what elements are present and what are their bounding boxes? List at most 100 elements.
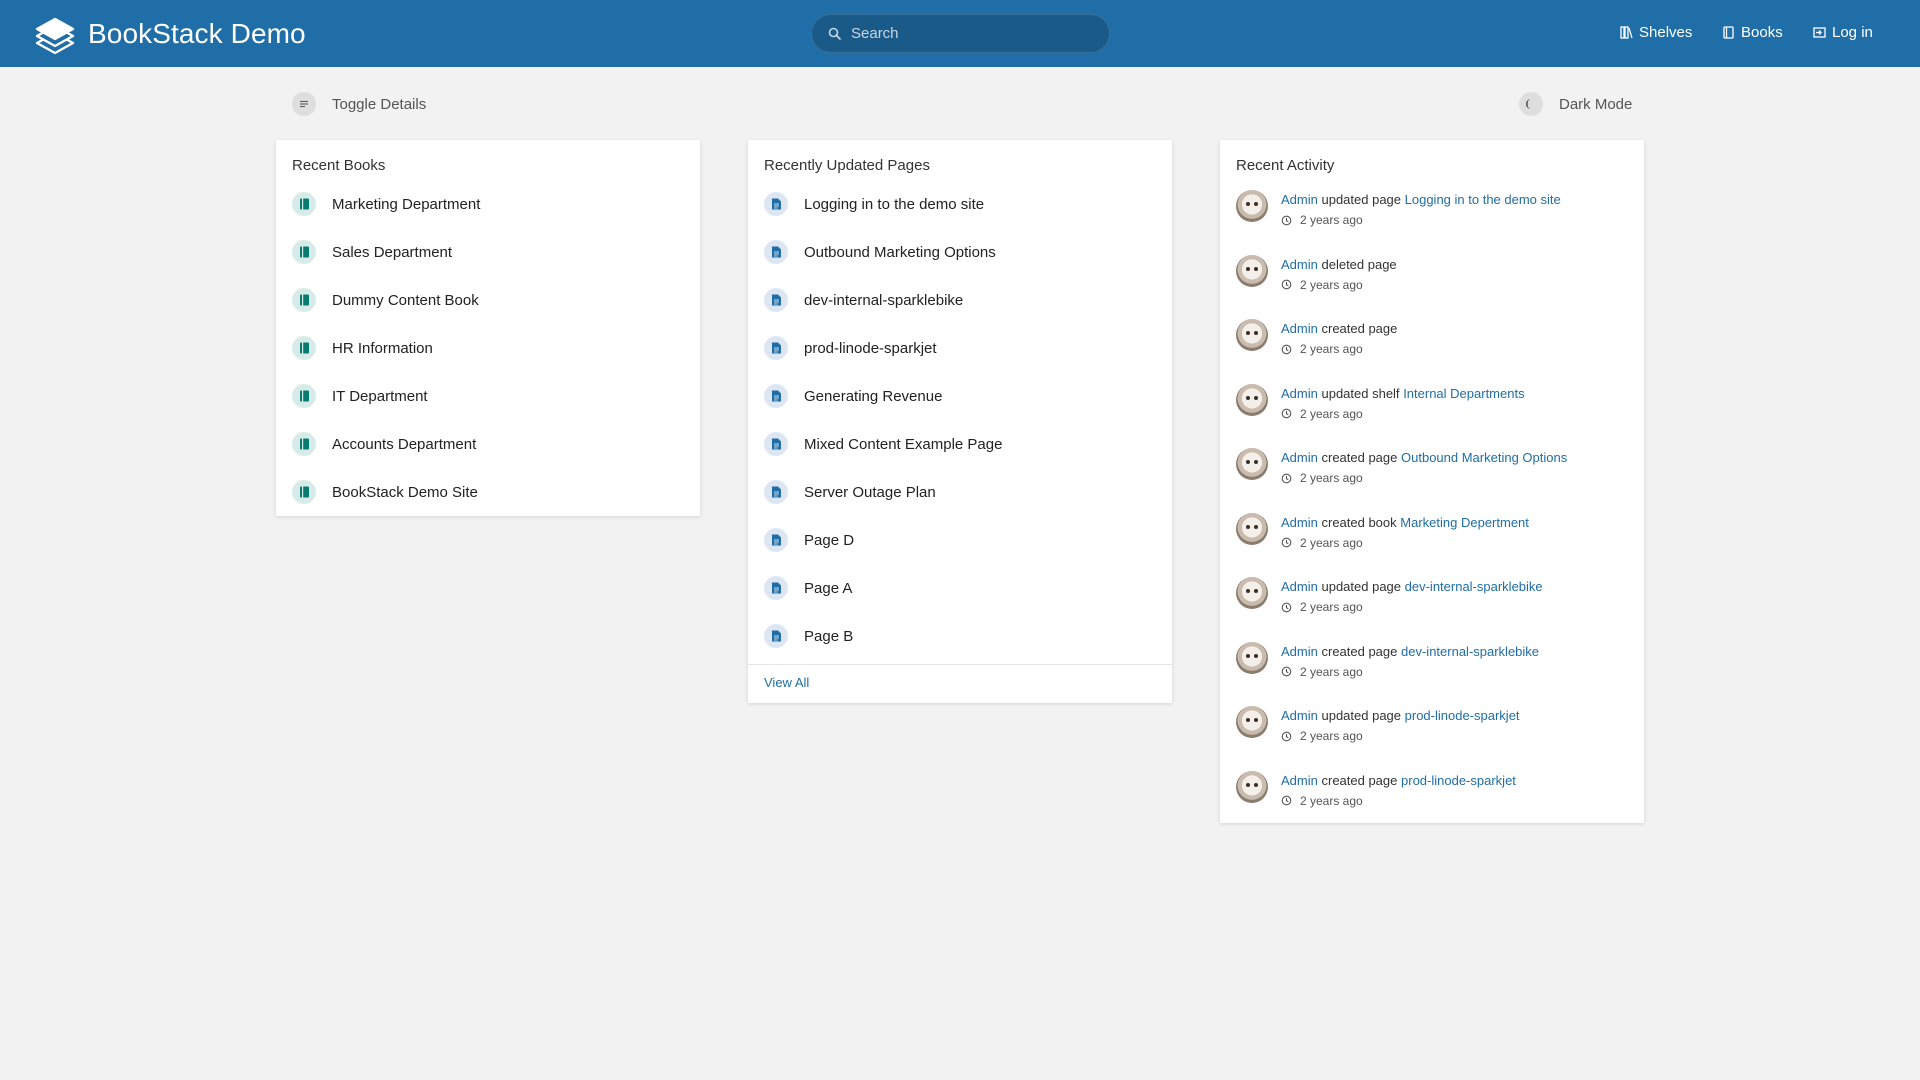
activity-user-link[interactable]: Admin — [1281, 257, 1318, 272]
book-item[interactable]: Dummy Content Book — [292, 276, 684, 324]
user-avatar[interactable] — [1236, 641, 1268, 674]
activity-user-link[interactable]: Admin — [1281, 708, 1318, 723]
activity-time-text: 2 years ago — [1300, 664, 1363, 679]
book-icon — [292, 384, 316, 408]
page-icon — [764, 288, 788, 312]
user-avatar[interactable] — [1236, 383, 1268, 416]
page-item[interactable]: Outbound Marketing Options — [764, 228, 1156, 276]
activity-user-link[interactable]: Admin — [1281, 450, 1318, 465]
activity-time: 2 years ago — [1281, 339, 1397, 359]
page-item[interactable]: Page A — [764, 564, 1156, 612]
book-item[interactable]: BookStack Demo Site — [292, 468, 684, 516]
activity-time: 2 years ago — [1281, 726, 1520, 746]
page-item[interactable]: Logging in to the demo site — [764, 180, 1156, 228]
activity-time-text: 2 years ago — [1300, 535, 1363, 550]
app-header: BookStack Demo Shelves Books — [0, 0, 1920, 67]
activity-target-link[interactable]: Marketing Depertment — [1400, 515, 1529, 530]
activity-action: created book — [1321, 514, 1397, 530]
page-name: Page D — [804, 531, 855, 549]
activity-time: 2 years ago — [1281, 404, 1525, 424]
activity-time: 2 years ago — [1281, 597, 1543, 617]
activity-action: deleted page — [1321, 256, 1397, 272]
book-item[interactable]: Sales Department — [292, 228, 684, 276]
activity-target-link[interactable]: prod-linode-sparkjet — [1401, 773, 1516, 788]
site-title: BookStack Demo — [88, 18, 306, 49]
clock-icon — [1281, 537, 1300, 548]
activity-user-link[interactable]: Admin — [1281, 321, 1318, 336]
book-item[interactable]: IT Department — [292, 372, 684, 420]
activity-item: Admin created page Outbound Marketing Op… — [1236, 448, 1628, 513]
activity-user-link[interactable]: Admin — [1281, 644, 1318, 659]
toggle-details-icon — [292, 92, 316, 116]
page-icon — [764, 480, 788, 504]
activity-target-link[interactable]: dev-internal-sparklebike — [1401, 644, 1539, 659]
page-item[interactable]: Mixed Content Example Page — [764, 420, 1156, 468]
user-avatar[interactable] — [1236, 319, 1268, 351]
site-logo-link[interactable]: BookStack Demo — [33, 13, 306, 55]
user-avatar[interactable] — [1236, 770, 1268, 803]
book-name: IT Department — [332, 387, 428, 405]
user-avatar[interactable] — [1236, 706, 1268, 738]
search-box[interactable] — [811, 14, 1110, 53]
dark-mode-label: Dark Mode — [1559, 95, 1633, 113]
nav-login-link[interactable]: Log in — [1813, 24, 1873, 41]
bookstack-logo-icon — [35, 17, 75, 55]
activity-user-link[interactable]: Admin — [1281, 515, 1318, 530]
page-item[interactable]: Page D — [764, 516, 1156, 564]
dark-mode-button[interactable]: Dark Mode — [1519, 92, 1632, 116]
activity-target-link[interactable]: Outbound Marketing Options — [1401, 450, 1567, 465]
nav-shelves-label: Shelves — [1639, 24, 1693, 41]
nav-shelves-link[interactable]: Shelves — [1620, 24, 1692, 41]
activity-body: Admin updated page dev-internal-sparkleb… — [1281, 577, 1543, 642]
activity-line: Admin created page prod-linode-sparkjet — [1281, 771, 1516, 791]
user-avatar[interactable] — [1236, 448, 1268, 480]
activity-target-link[interactable]: Internal Departments — [1403, 386, 1524, 401]
activity-target-link[interactable]: dev-internal-sparklebike — [1405, 579, 1543, 594]
user-avatar[interactable] — [1236, 254, 1268, 287]
activity-line: Admin created page Outbound Marketing Op… — [1281, 448, 1567, 468]
activity-body: Admin updated page prod-linode-sparkjet 2… — [1281, 706, 1520, 771]
book-item[interactable]: HR Information — [292, 324, 684, 372]
page-item[interactable]: Page B — [764, 612, 1156, 660]
recent-pages-title: Recently Updated Pages — [764, 157, 930, 174]
activity-time-text: 2 years ago — [1300, 793, 1363, 808]
page-name: Logging in to the demo site — [804, 195, 985, 213]
page-item[interactable]: Generating Revenue — [764, 372, 1156, 420]
toggle-details-button[interactable]: Toggle Details — [292, 92, 426, 116]
nav-books-link[interactable]: Books — [1722, 24, 1783, 41]
search-input[interactable] — [851, 25, 1091, 42]
activity-time: 2 years ago — [1281, 791, 1516, 811]
clock-icon — [1281, 731, 1300, 742]
activity-target-link[interactable]: Logging in to the demo site — [1405, 192, 1561, 207]
activity-user-link[interactable]: Admin — [1281, 192, 1318, 207]
activity-item: Admin created page 2 years ago — [1236, 319, 1628, 384]
page-item[interactable]: Server Outage Plan — [764, 468, 1156, 516]
clock-icon — [1281, 408, 1300, 419]
book-name: Sales Department — [332, 243, 453, 261]
user-avatar[interactable] — [1236, 577, 1268, 609]
recent-pages-footer: View All — [748, 664, 1172, 701]
activity-user-link[interactable]: Admin — [1281, 386, 1318, 401]
book-item[interactable]: Accounts Department — [292, 420, 684, 468]
book-item[interactable]: Marketing Department — [292, 180, 684, 228]
view-all-link[interactable]: View All — [764, 675, 809, 690]
user-avatar[interactable] — [1236, 190, 1268, 222]
activity-action: updated page — [1321, 192, 1402, 207]
activity-time-text: 2 years ago — [1300, 342, 1363, 356]
activity-user-link[interactable]: Admin — [1281, 773, 1318, 788]
activity-time-text: 2 years ago — [1300, 471, 1363, 485]
page-name: Page B — [804, 627, 854, 645]
activity-body: Admin created page 2 years ago — [1281, 319, 1397, 384]
activity-user-link[interactable]: Admin — [1281, 579, 1318, 594]
activity-body: Admin created page Outbound Marketing Op… — [1281, 448, 1567, 513]
activity-item: Admin updated page dev-internal-sparkleb… — [1236, 577, 1628, 642]
activity-line: Admin updated page dev-internal-sparkleb… — [1281, 577, 1543, 597]
page-item[interactable]: dev-internal-sparklebike — [764, 276, 1156, 324]
activity-target-link[interactable]: prod-linode-sparkjet — [1405, 708, 1520, 723]
page-name: dev-internal-sparklebike — [804, 291, 964, 309]
activity-line: Admin created book Marketing Depertment — [1281, 513, 1529, 533]
page-item[interactable]: prod-linode-sparkjet — [764, 324, 1156, 372]
user-avatar[interactable] — [1236, 512, 1268, 545]
recent-pages-card: Recently Updated Pages Logging in to the… — [748, 140, 1172, 703]
activity-time: 2 years ago — [1281, 210, 1561, 230]
